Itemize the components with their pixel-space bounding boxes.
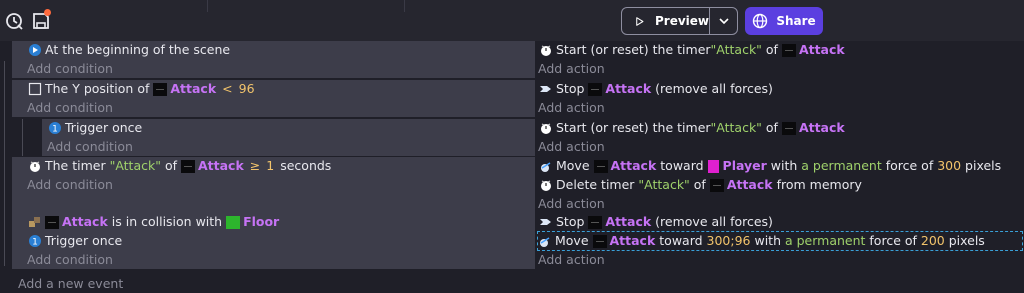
event-5-actions[interactable]: Stop Attack (remove all forces) Move Att… — [535, 213, 1024, 269]
add-action-link[interactable]: Add action — [538, 251, 605, 269]
condition[interactable]: 1 Trigger once — [48, 119, 142, 137]
timer-icon — [539, 178, 553, 192]
attack-object-thumbnail — [180, 159, 195, 173]
unsaved-indicator — [44, 9, 51, 16]
event-sheet: At the beginning of the scene Add condit… — [0, 41, 1024, 291]
event-1-actions[interactable]: Start (or reset) the timer "Attack" of A… — [535, 41, 1024, 78]
attack-object-thumbnail — [781, 121, 796, 135]
trigger-once-icon: 1 — [28, 234, 42, 248]
condition[interactable]: Attack is in collision with Floor — [28, 213, 279, 231]
timer-icon — [539, 43, 553, 57]
attack-object-thumbnail — [781, 43, 796, 57]
scene-start-icon — [28, 43, 42, 57]
condition[interactable]: At the beginning of the scene — [28, 41, 230, 59]
add-action-link[interactable]: Add action — [538, 99, 605, 117]
preview-options-button[interactable] — [710, 8, 737, 34]
subevent-line — [22, 119, 23, 156]
share-label: Share — [776, 14, 816, 28]
add-action-link[interactable]: Add action — [538, 195, 605, 213]
add-action-link[interactable]: Add action — [538, 60, 605, 78]
action[interactable]: Delete timer "Attack" of Attack from mem… — [539, 176, 862, 194]
event-4-conditions[interactable]: The timer "Attack" of Attack ≥ 1 seconds… — [12, 157, 535, 213]
attack-object-thumbnail — [588, 215, 603, 229]
event-5-conditions[interactable]: Attack is in collision with Floor 1 Trig… — [12, 213, 535, 269]
action-selected[interactable]: Move Attack toward 300;96 with a permane… — [537, 231, 1023, 251]
trigger-once-icon: 1 — [48, 121, 62, 135]
event-3-conditions[interactable]: 1 Trigger once Add condition — [42, 119, 535, 156]
attack-object-thumbnail — [153, 82, 168, 96]
divider — [404, 0, 405, 12]
event-2-conditions[interactable]: The Y position of Attack < 96 Add condit… — [12, 80, 535, 117]
play-icon — [636, 16, 644, 26]
gutter-line — [4, 61, 5, 266]
event-4-actions[interactable]: Move Attack toward Player with a permane… — [535, 157, 1024, 213]
floor-object-thumbnail — [226, 215, 241, 229]
toolbar: Preview Share — [0, 0, 1024, 42]
player-object-thumbnail — [707, 159, 719, 173]
timer-icon — [28, 159, 42, 173]
svg-text:1: 1 — [52, 125, 58, 135]
add-action-link[interactable]: Add action — [538, 138, 605, 156]
attack-object-thumbnail — [45, 215, 59, 229]
collision-icon — [28, 215, 42, 229]
event-2-actions[interactable]: Stop Attack (remove all forces) Add acti… — [535, 80, 1024, 117]
action[interactable]: Start (or reset) the timer "Attack" of A… — [539, 41, 845, 59]
attack-object-thumbnail — [592, 234, 607, 248]
divider — [207, 0, 208, 12]
action[interactable]: Move Attack toward Player with a permane… — [539, 157, 1001, 175]
add-condition-link[interactable]: Add condition — [47, 138, 133, 156]
attack-object-thumbnail — [709, 178, 724, 192]
action[interactable]: Start (or reset) the timer "Attack" of A… — [539, 119, 845, 137]
preview-button[interactable]: Preview — [622, 8, 710, 34]
chevron-down-icon — [718, 18, 729, 25]
share-button[interactable]: Share — [745, 7, 823, 35]
add-event-link[interactable]: Add a new event — [18, 275, 123, 293]
force-stop-icon — [539, 82, 553, 96]
force-stop-icon — [539, 215, 553, 229]
checkbox-icon — [28, 82, 42, 96]
force-icon — [538, 234, 552, 248]
add-condition-link[interactable]: Add condition — [27, 251, 113, 269]
action[interactable]: Stop Attack (remove all forces) — [539, 80, 773, 98]
preview-label: Preview — [654, 14, 709, 28]
timer-icon — [539, 121, 553, 135]
attack-object-thumbnail — [588, 82, 603, 96]
preview-button-group: Preview — [621, 7, 738, 35]
force-icon — [539, 159, 553, 173]
action[interactable]: Stop Attack (remove all forces) — [539, 213, 773, 231]
add-condition-link[interactable]: Add condition — [27, 99, 113, 117]
condition[interactable]: 1 Trigger once — [28, 232, 122, 250]
svg-text:1: 1 — [32, 238, 38, 248]
condition[interactable]: The Y position of Attack < 96 — [28, 80, 255, 98]
event-1-conditions[interactable]: At the beginning of the scene Add condit… — [12, 41, 535, 78]
add-condition-link[interactable]: Add condition — [27, 176, 113, 194]
event-3-actions[interactable]: Start (or reset) the timer "Attack" of A… — [535, 119, 1024, 156]
globe-icon — [753, 13, 768, 29]
add-condition-link[interactable]: Add condition — [27, 60, 113, 78]
condition[interactable]: The timer "Attack" of Attack ≥ 1 seconds — [28, 157, 331, 175]
attack-object-thumbnail — [593, 159, 608, 173]
project-manager-icon[interactable] — [4, 10, 26, 32]
